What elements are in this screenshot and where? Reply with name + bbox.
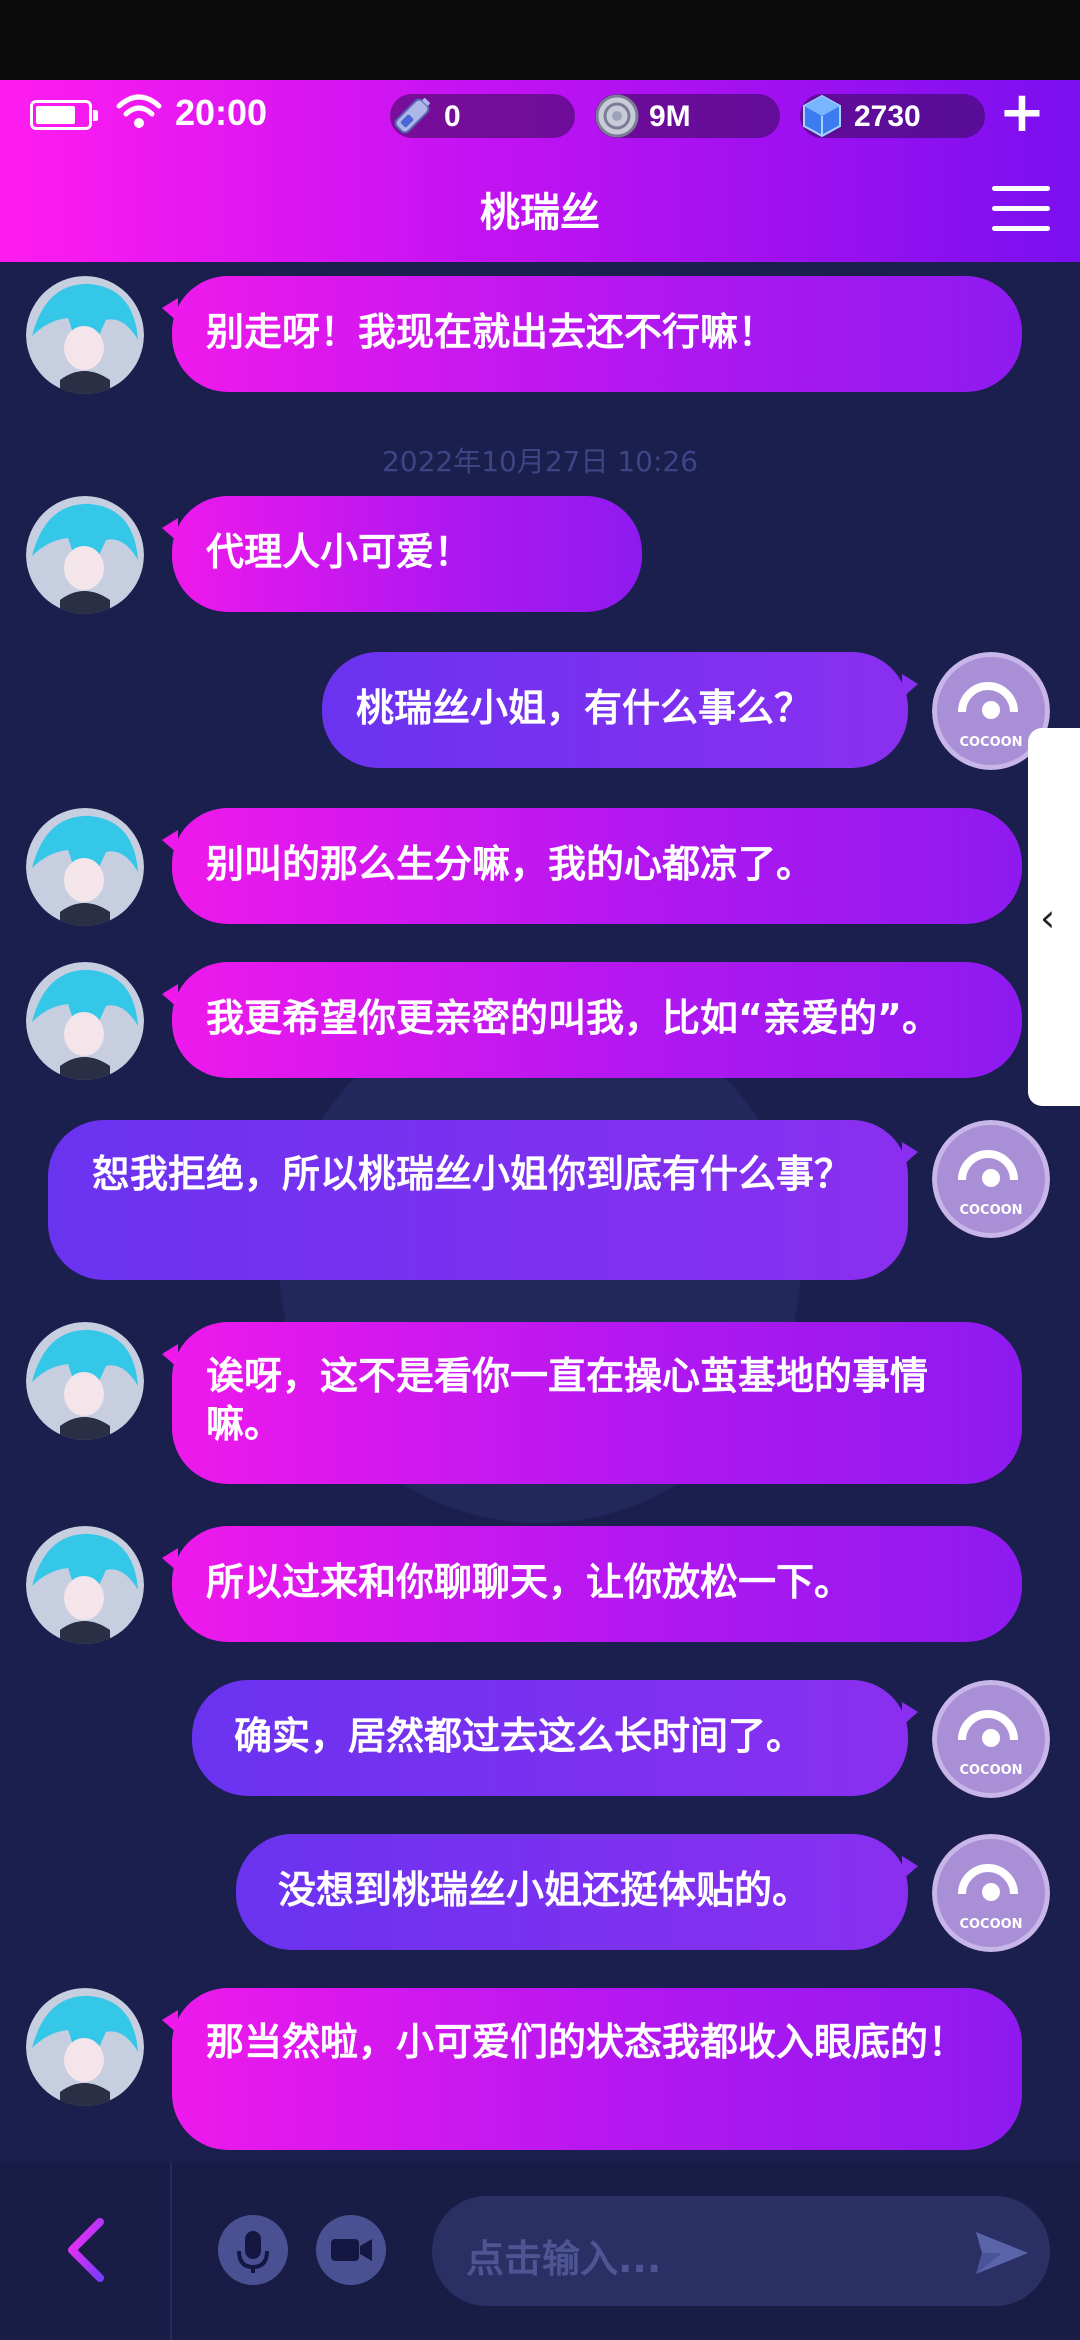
energy-value: 0 bbox=[444, 100, 461, 133]
energy-counter[interactable]: 0 bbox=[390, 94, 575, 138]
contact-avatar[interactable] bbox=[26, 276, 144, 394]
page-title: 桃瑞丝 bbox=[480, 190, 600, 236]
wifi-icon bbox=[116, 94, 162, 128]
system-top-strip bbox=[0, 0, 1080, 80]
message-bubble-outgoing[interactable]: 恕我拒绝，所以桃瑞丝小姐你到底有什么事？ bbox=[48, 1120, 918, 1280]
energy-battery-icon bbox=[394, 98, 430, 134]
message-bubble-incoming[interactable]: 所以过来和你聊聊天，让你放松一下。 bbox=[162, 1526, 1022, 1642]
chevron-left-icon: ‹ bbox=[1040, 896, 1056, 940]
crystal-counter[interactable]: 2730 bbox=[800, 94, 985, 138]
svg-text:COCOON: COCOON bbox=[959, 1917, 1022, 1932]
microphone-icon bbox=[237, 2231, 269, 2273]
coin-icon bbox=[595, 94, 639, 138]
video-button[interactable] bbox=[316, 2215, 386, 2285]
side-drawer-handle[interactable]: ‹ bbox=[1028, 728, 1080, 1106]
message-bubble-outgoing[interactable]: 桃瑞丝小姐，有什么事么？ bbox=[322, 652, 918, 768]
contact-avatar[interactable] bbox=[26, 808, 144, 926]
my-avatar[interactable]: COCOON bbox=[932, 1834, 1050, 1952]
status-bar: 20:00 0 9M 2730 + bbox=[0, 80, 1080, 150]
crystal-value: 2730 bbox=[854, 100, 921, 133]
message-bubble-incoming[interactable]: 代理人小可爱！ bbox=[162, 496, 642, 612]
bar-divider bbox=[170, 2162, 172, 2340]
battery-icon bbox=[30, 100, 98, 130]
message-bubble-incoming[interactable]: 别走呀！我现在就出去还不行嘛！ bbox=[162, 276, 1022, 392]
svg-text:COCOON: COCOON bbox=[959, 735, 1022, 750]
status-time: 20:00 bbox=[175, 92, 268, 133]
message-bubble-incoming[interactable]: 别叫的那么生分嘛，我的心都凉了。 bbox=[162, 808, 1022, 924]
message-input-placeholder: 点击输入... bbox=[466, 2237, 662, 2281]
chat-timestamp: 2022年10月27日 10:26 bbox=[381, 445, 699, 478]
video-camera-icon bbox=[331, 2239, 372, 2261]
message-bubble-incoming[interactable]: 那当然啦，小可爱们的状态我都收入眼底的！ bbox=[162, 1988, 1022, 2150]
svg-text:COCOON: COCOON bbox=[959, 1763, 1022, 1778]
message-bubble-incoming[interactable]: 我更希望你更亲密的叫我，比如“亲爱的”。 bbox=[162, 962, 1022, 1078]
app-header: 20:00 0 9M 2730 + 桃瑞丝 bbox=[0, 80, 1080, 262]
bottom-input-bar: 点击输入... bbox=[0, 2162, 1080, 2340]
voice-button[interactable] bbox=[218, 2215, 288, 2285]
coin-value: 9M bbox=[649, 100, 691, 133]
chat-area[interactable]: 2022年10月27日 10:26 别走呀！我现在就出去还不行嘛！ 代理人小可爱… bbox=[0, 262, 1080, 2162]
menu-icon[interactable] bbox=[992, 184, 1052, 234]
contact-avatar[interactable] bbox=[26, 496, 144, 614]
my-avatar[interactable]: COCOON bbox=[932, 1680, 1050, 1798]
contact-avatar[interactable] bbox=[26, 1322, 144, 1440]
svg-text:COCOON: COCOON bbox=[959, 1203, 1022, 1218]
message-bubble-outgoing[interactable]: 没想到桃瑞丝小姐还挺体贴的。 bbox=[236, 1834, 918, 1950]
contact-avatar[interactable] bbox=[26, 1526, 144, 1644]
my-avatar[interactable]: COCOON bbox=[932, 1120, 1050, 1238]
coin-counter[interactable]: 9M bbox=[595, 94, 780, 138]
back-icon[interactable] bbox=[58, 2210, 118, 2290]
message-bubble-outgoing[interactable]: 确实，居然都过去这么长时间了。 bbox=[192, 1680, 918, 1796]
send-icon[interactable] bbox=[972, 2228, 1032, 2278]
contact-avatar[interactable] bbox=[26, 962, 144, 1080]
add-currency-button[interactable]: + bbox=[995, 85, 1049, 145]
message-bubble-incoming[interactable]: 诶呀，这不是看你一直在操心茧基地的事情嘛。 bbox=[162, 1322, 1022, 1484]
message-input[interactable]: 点击输入... bbox=[432, 2196, 1050, 2306]
crystal-cube-icon bbox=[803, 94, 841, 138]
contact-avatar[interactable] bbox=[26, 1988, 144, 2106]
